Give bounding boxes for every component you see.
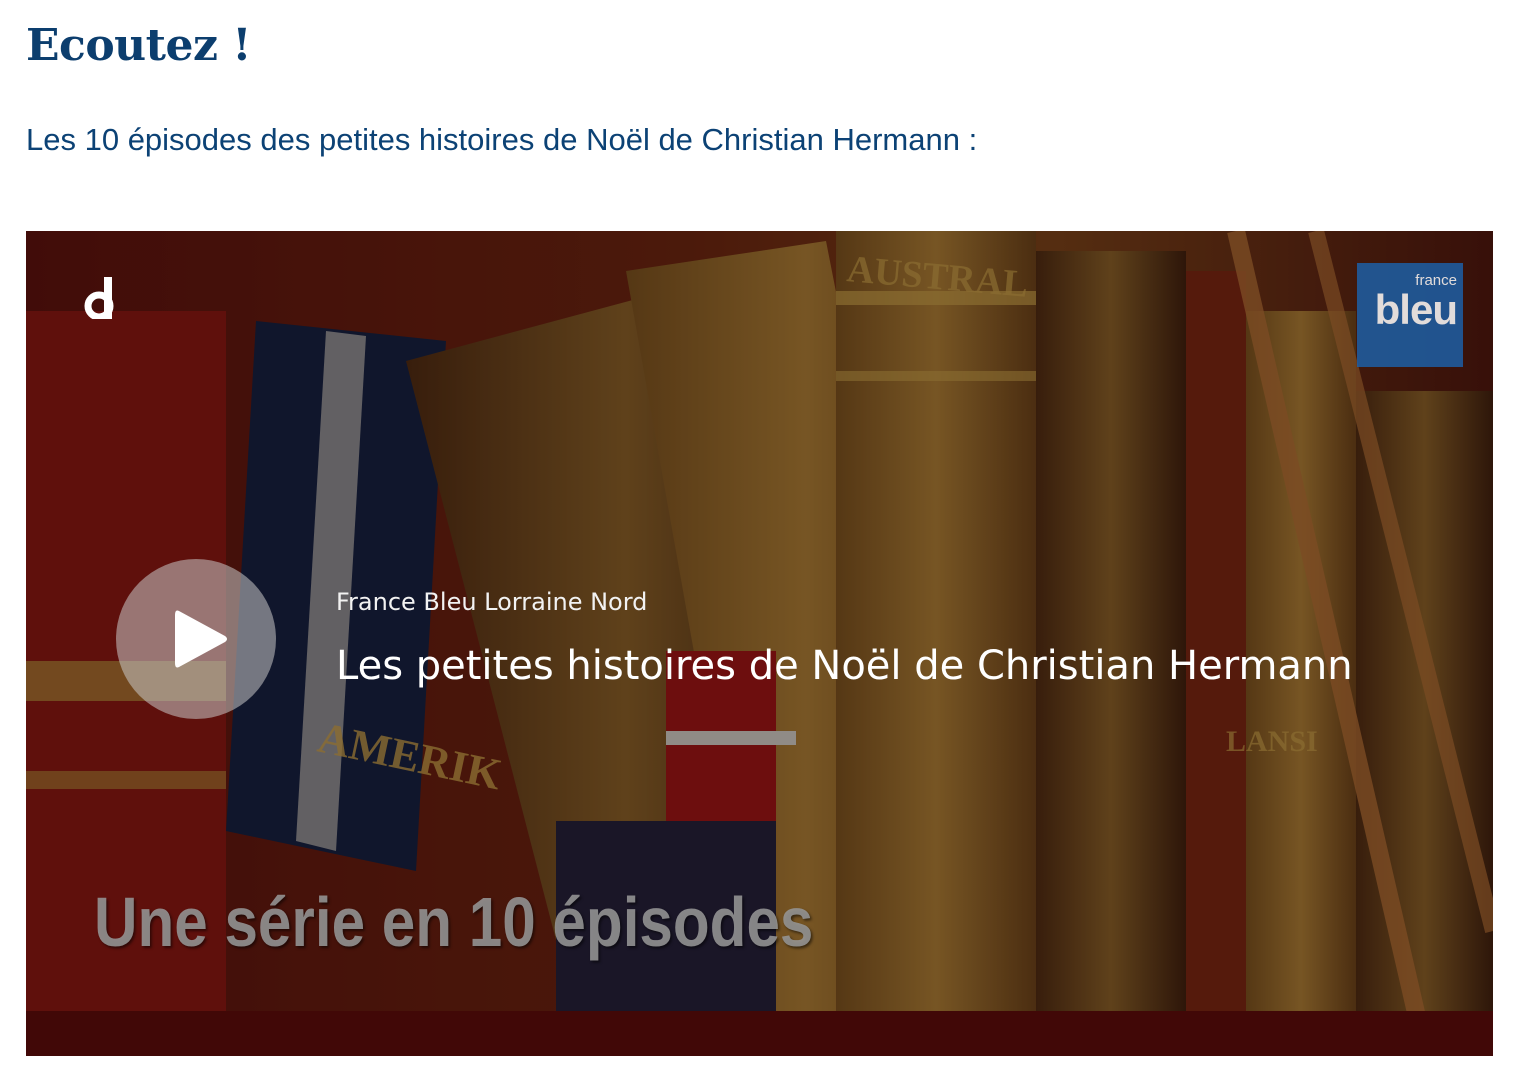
video-title[interactable]: Les petites histoires de Noël de Christi… xyxy=(336,640,1353,692)
intro-text: Les 10 épisodes des petites histoires de… xyxy=(26,122,978,157)
play-button[interactable] xyxy=(116,559,276,719)
video-caption: Une série en 10 épisodes xyxy=(94,883,814,961)
video-meta: France Bleu Lorraine Nord Les petites hi… xyxy=(336,586,1353,692)
dailymotion-logo-icon xyxy=(84,277,114,319)
video-player[interactable]: AMERIK AUSTRAL LANSI france bleu France … xyxy=(26,231,1493,1056)
play-icon xyxy=(175,610,227,668)
france-bleu-logo: france bleu xyxy=(1357,263,1463,367)
france-bleu-logo-big: bleu xyxy=(1374,286,1458,333)
video-channel[interactable]: France Bleu Lorraine Nord xyxy=(336,586,1353,618)
page-heading: Ecoutez ! xyxy=(26,20,252,71)
